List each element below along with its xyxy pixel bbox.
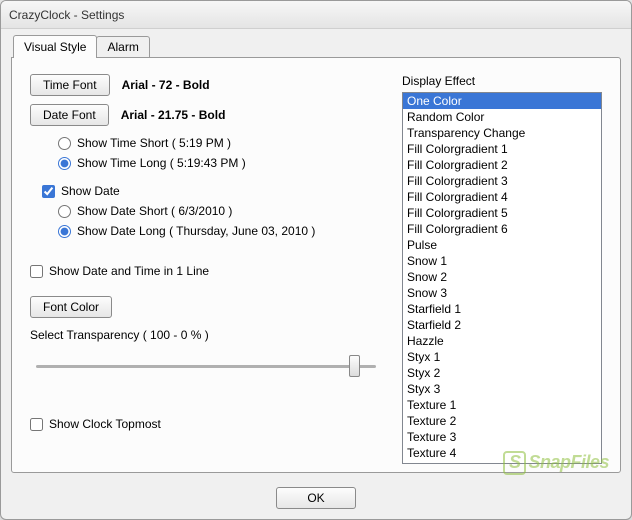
content-area: Visual Style Alarm Time Font Arial - 72 … bbox=[1, 29, 631, 483]
ok-button[interactable]: OK bbox=[276, 487, 356, 509]
check-one-line-label: Show Date and Time in 1 Line bbox=[49, 264, 209, 278]
effect-item[interactable]: Hazzle bbox=[403, 333, 601, 349]
transparency-slider[interactable] bbox=[36, 354, 376, 378]
effect-item[interactable]: Fill Colorgradient 1 bbox=[403, 141, 601, 157]
check-topmost-input[interactable] bbox=[30, 418, 43, 431]
radio-time-long-label: Show Time Long ( 5:19:43 PM ) bbox=[77, 156, 246, 170]
date-font-button[interactable]: Date Font bbox=[30, 104, 109, 126]
effect-item[interactable]: Fill Colorgradient 3 bbox=[403, 173, 601, 189]
radio-date-long-input[interactable] bbox=[58, 225, 71, 238]
effect-item[interactable]: Snow 2 bbox=[403, 269, 601, 285]
radio-time-long-input[interactable] bbox=[58, 157, 71, 170]
right-column: Display Effect One ColorRandom ColorTran… bbox=[402, 74, 602, 460]
date-format-group: Show Date Short ( 6/3/2010 ) Show Date L… bbox=[58, 204, 378, 238]
radio-date-long[interactable]: Show Date Long ( Thursday, June 03, 2010… bbox=[58, 224, 378, 238]
effect-item[interactable]: Fill Colorgradient 5 bbox=[403, 205, 601, 221]
display-effect-label: Display Effect bbox=[402, 74, 602, 88]
check-one-line-input[interactable] bbox=[30, 265, 43, 278]
effect-item[interactable]: One Color bbox=[403, 93, 601, 109]
tab-row: Visual Style Alarm bbox=[13, 35, 621, 57]
effect-item[interactable]: Styx 2 bbox=[403, 365, 601, 381]
effect-item[interactable]: Texture 3 bbox=[403, 429, 601, 445]
effect-item[interactable]: Styx 3 bbox=[403, 381, 601, 397]
effect-item[interactable]: Fill Colorgradient 4 bbox=[403, 189, 601, 205]
effect-item[interactable]: Starfield 1 bbox=[403, 301, 601, 317]
font-color-button[interactable]: Font Color bbox=[30, 296, 112, 318]
effect-item[interactable]: Random Color bbox=[403, 109, 601, 125]
display-effect-listbox[interactable]: One ColorRandom ColorTransparency Change… bbox=[402, 92, 602, 464]
effect-item[interactable]: Fill Colorgradient 6 bbox=[403, 221, 601, 237]
window-title: CrazyClock - Settings bbox=[9, 8, 124, 22]
effect-item[interactable]: Texture 4 bbox=[403, 445, 601, 461]
check-topmost[interactable]: Show Clock Topmost bbox=[30, 417, 378, 431]
tab-panel-visual-style: Time Font Arial - 72 - Bold Date Font Ar… bbox=[11, 57, 621, 473]
check-show-date-input[interactable] bbox=[42, 185, 55, 198]
button-bar: OK bbox=[1, 487, 631, 509]
tab-visual-style[interactable]: Visual Style bbox=[13, 35, 97, 58]
effect-item[interactable]: Fill Colorgradient 2 bbox=[403, 157, 601, 173]
radio-date-short-input[interactable] bbox=[58, 205, 71, 218]
effect-item[interactable]: Styx 1 bbox=[403, 349, 601, 365]
settings-window: CrazyClock - Settings Visual Style Alarm… bbox=[0, 0, 632, 520]
effect-item[interactable]: Snow 1 bbox=[403, 253, 601, 269]
check-show-date-label: Show Date bbox=[61, 184, 120, 198]
effect-item[interactable]: Pulse bbox=[403, 237, 601, 253]
time-format-group: Show Time Short ( 5:19 PM ) Show Time Lo… bbox=[58, 136, 378, 170]
effect-item[interactable]: Transparency Change bbox=[403, 125, 601, 141]
check-topmost-label: Show Clock Topmost bbox=[49, 417, 161, 431]
radio-date-long-label: Show Date Long ( Thursday, June 03, 2010… bbox=[77, 224, 315, 238]
time-font-button[interactable]: Time Font bbox=[30, 74, 110, 96]
effect-item[interactable]: Snow 3 bbox=[403, 285, 601, 301]
transparency-label: Select Transparency ( 100 - 0 % ) bbox=[30, 328, 378, 342]
left-column: Time Font Arial - 72 - Bold Date Font Ar… bbox=[30, 74, 378, 460]
effect-item[interactable]: Texture 1 bbox=[403, 397, 601, 413]
radio-time-short-label: Show Time Short ( 5:19 PM ) bbox=[77, 136, 231, 150]
tab-alarm[interactable]: Alarm bbox=[96, 36, 149, 57]
radio-time-short-input[interactable] bbox=[58, 137, 71, 150]
radio-date-short[interactable]: Show Date Short ( 6/3/2010 ) bbox=[58, 204, 378, 218]
date-font-label: Arial - 21.75 - Bold bbox=[121, 108, 226, 122]
time-font-label: Arial - 72 - Bold bbox=[122, 78, 210, 92]
check-one-line[interactable]: Show Date and Time in 1 Line bbox=[30, 264, 378, 278]
title-bar: CrazyClock - Settings bbox=[1, 1, 631, 29]
effect-item[interactable]: Starfield 2 bbox=[403, 317, 601, 333]
radio-time-long[interactable]: Show Time Long ( 5:19:43 PM ) bbox=[58, 156, 378, 170]
radio-time-short[interactable]: Show Time Short ( 5:19 PM ) bbox=[58, 136, 378, 150]
radio-date-short-label: Show Date Short ( 6/3/2010 ) bbox=[77, 204, 232, 218]
effect-item[interactable]: Texture 5 bbox=[403, 461, 601, 464]
effect-item[interactable]: Texture 2 bbox=[403, 413, 601, 429]
check-show-date[interactable]: Show Date bbox=[42, 184, 378, 198]
